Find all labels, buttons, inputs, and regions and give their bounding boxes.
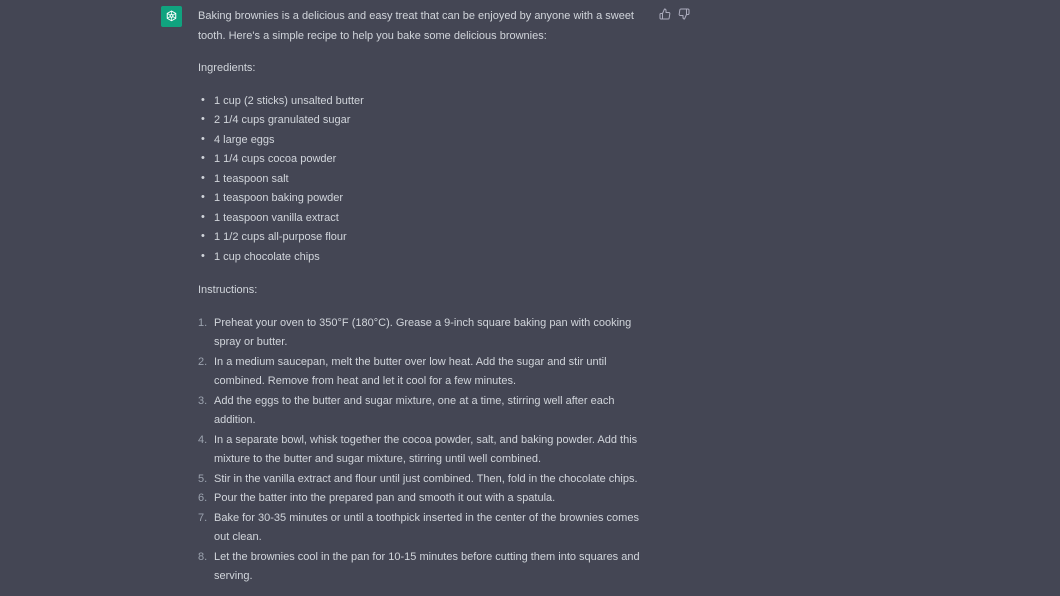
intro-paragraph: Baking brownies is a delicious and easy … [198,10,634,42]
step-text: In a separate bowl, whisk together the c… [214,433,638,466]
instruction-step: 1. Preheat your oven to 350°F (180°C). Gr… [198,314,653,353]
ingredient-item: • 1 teaspoon salt [198,170,653,190]
step-text: Preheat your oven to 350°F (180°C). Grea… [214,316,632,349]
ingredient-text: 1 teaspoon baking powder [214,192,344,204]
ingredient-item: • 1 teaspoon baking powder [198,189,653,209]
instructions-list: 1. Preheat your oven to 350°F (180°C). Gr… [198,314,653,587]
ingredient-item: • 1 teaspoon vanilla extract [198,209,653,229]
step-number: 6. [198,492,208,504]
step-number: 1. [198,316,208,329]
assistant-logo-icon [166,10,177,22]
bullet-icon: • [201,152,205,164]
step-number: 5. [198,472,208,485]
bullet-icon: • [201,249,205,262]
step-text: Add the eggs to the butter and sugar mix… [214,394,615,427]
ingredient-item: • 2 1/4 cups granulated sugar [198,111,653,131]
ingredient-item: • 4 large eggs [198,131,653,151]
ingredient-text: 1 cup (2 sticks) unsalted butter [214,94,364,107]
message-content: Baking brownies is a delicious and easy … [198,7,653,587]
thumbs-up-icon [659,8,670,19]
ingredient-text: 1 1/4 cups cocoa powder [214,153,337,165]
bullet-icon: • [201,93,205,106]
step-text: Bake for 30-35 minutes or until a toothp… [214,511,639,544]
instruction-step: 8. Let the brownies cool in the pan for 1… [198,548,653,587]
ingredient-text: 1 teaspoon vanilla extract [214,211,339,224]
thumbs-up-button[interactable] [658,7,671,20]
thumbs-down-icon [678,8,689,19]
ingredients-heading: Ingredients: [198,62,256,74]
bullet-icon: • [201,113,205,125]
bullet-icon: • [201,191,205,203]
ingredient-item: • 1 cup chocolate chips [198,248,653,268]
step-number: 4. [198,433,208,446]
ingredient-text: 1 cup chocolate chips [214,250,320,263]
step-number: 7. [198,511,208,524]
step-text: Stir in the vanilla extract and flour un… [214,472,638,485]
instruction-step: 7. Bake for 30-35 minutes or until a toot… [198,509,653,548]
ingredient-item: • 1 1/4 cups cocoa powder [198,150,653,170]
ingredient-item: • 1 1/2 cups all-purpose flour [198,228,653,248]
instruction-step: 4. In a separate bowl, whisk together the… [198,431,653,470]
ingredient-text: 1 teaspoon salt [214,172,289,185]
ingredients-list: • 1 cup (2 sticks) unsalted butter • 2 1/4 … [198,92,653,268]
step-number: 2. [198,355,208,368]
step-text: In a medium saucepan, melt the butter ov… [214,355,607,388]
assistant-message-row: Baking brownies is a delicious and easy … [0,0,1060,596]
ingredient-text: 1 1/2 cups all-purpose flour [214,231,347,243]
ingredient-text: 4 large eggs [214,133,275,146]
ingredient-text: 2 1/4 cups granulated sugar [214,114,351,126]
bullet-icon: • [201,210,205,223]
step-text: Let the brownies cool in the pan for 10-… [214,550,640,583]
step-number: 3. [198,394,208,407]
instruction-step: 6. Pour the batter into the prepared pan … [198,489,653,509]
ingredient-item: • 1 cup (2 sticks) unsalted butter [198,92,653,112]
bullet-icon: • [201,132,205,145]
step-number: 8. [198,550,208,563]
instruction-step: 3. Add the eggs to the butter and sugar m… [198,392,653,431]
bullet-icon: • [201,230,205,242]
assistant-avatar [161,6,182,27]
bullet-icon: • [201,171,205,184]
instruction-step: 2. In a medium saucepan, melt the butter … [198,353,653,392]
instruction-step: 5. Stir in the vanilla extract and flour … [198,470,653,490]
thumbs-down-button[interactable] [677,7,690,20]
feedback-buttons [658,7,690,20]
instructions-heading: Instructions: [198,284,258,296]
step-text: Pour the batter into the prepared pan an… [214,492,556,504]
